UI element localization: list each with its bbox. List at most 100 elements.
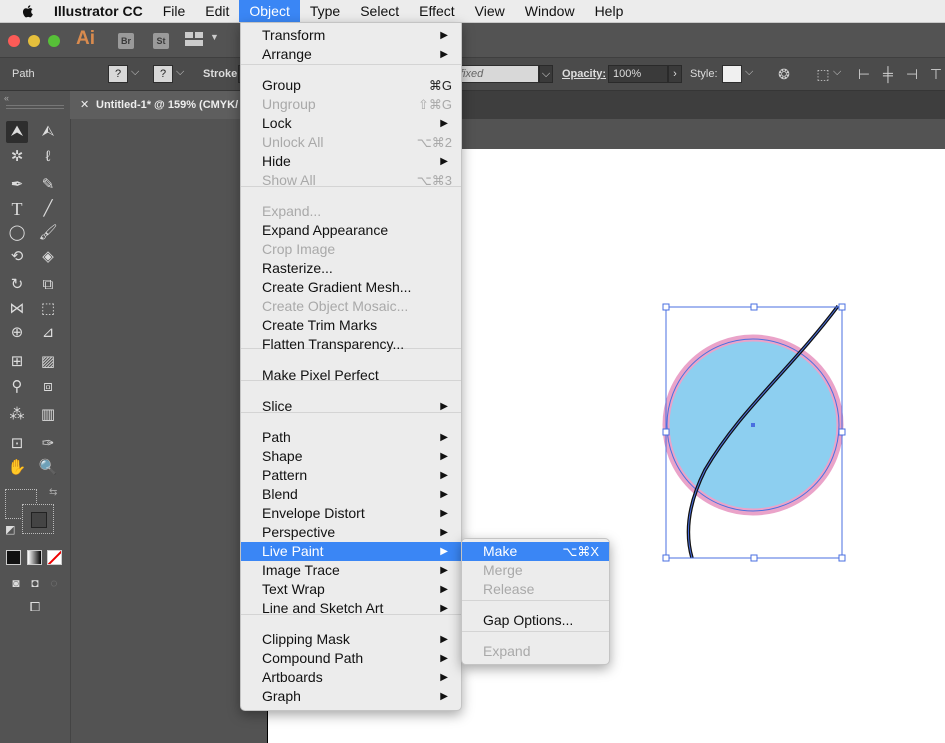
- menu-item-label: Create Trim Marks: [262, 317, 378, 333]
- menu-item-label: Ungroup: [262, 96, 316, 112]
- menu-item-unlock-all: Unlock All ⌥⌘2: [241, 133, 461, 152]
- menu-item-label: Expand...: [262, 203, 322, 219]
- menu-item-text-wrap[interactable]: Text Wrap ▶: [241, 580, 461, 599]
- submenu-arrow-icon: ▶: [440, 546, 448, 557]
- menu-item-shape[interactable]: Shape ▶: [241, 447, 461, 466]
- object-menu-dropdown: Transform ▶ Arrange ▶ Group ⌘G Ungroup ⇧⌘G Lock ▶…: [240, 22, 462, 711]
- menu-item-graph[interactable]: Graph ▶: [241, 687, 461, 706]
- menu-item-transform[interactable]: Transform ▶: [241, 26, 461, 45]
- submenu-item-gap-options[interactable]: Gap Options...: [462, 611, 609, 630]
- menu-item-label: Artboards: [262, 669, 323, 685]
- menu-item-lock[interactable]: Lock ▶: [241, 114, 461, 133]
- menu-item-group[interactable]: Group ⌘G: [241, 76, 461, 95]
- menu-item-compound-path[interactable]: Compound Path ▶: [241, 649, 461, 668]
- menu-separator: [462, 600, 609, 601]
- menu-item-label: Create Gradient Mesh...: [262, 279, 412, 295]
- submenu-item-merge: Merge: [462, 561, 609, 580]
- menu-item-perspective[interactable]: Perspective ▶: [241, 523, 461, 542]
- handle-middle-left: [662, 428, 670, 436]
- handle-top-left: [662, 303, 670, 311]
- menu-item-live-paint[interactable]: Live Paint ▶: [241, 542, 461, 561]
- menu-item-label: Path: [262, 429, 291, 445]
- submenu-arrow-icon: ▶: [440, 634, 448, 645]
- menu-item-label: Flatten Transparency...: [262, 336, 405, 352]
- submenu-item-label: Expand: [483, 643, 531, 659]
- submenu-item-label: Release: [483, 581, 535, 597]
- submenu-item-label: Make: [483, 543, 518, 559]
- submenu-arrow-icon: ▶: [440, 565, 448, 576]
- menu-item-flatten-transparency[interactable]: Flatten Transparency...: [241, 335, 461, 354]
- submenu-arrow-icon: ▶: [440, 470, 448, 481]
- menu-item-image-trace[interactable]: Image Trace ▶: [241, 561, 461, 580]
- menu-item-label: Perspective: [262, 524, 336, 540]
- menu-item-label: Text Wrap: [262, 581, 325, 597]
- submenu-arrow-icon: ▶: [440, 401, 448, 412]
- submenu-arrow-icon: ▶: [440, 672, 448, 683]
- menu-item-shortcut: ⌘G: [428, 78, 452, 93]
- menu-item-label: Lock: [262, 115, 292, 131]
- submenu-arrow-icon: ▶: [440, 508, 448, 519]
- submenu-arrow-icon: ▶: [440, 603, 448, 614]
- submenu-arrow-icon: ▶: [440, 432, 448, 443]
- submenu-arrow-icon: ▶: [440, 118, 448, 129]
- menu-item-label: Pattern: [262, 467, 308, 483]
- handle-bottom-center: [750, 554, 758, 562]
- menu-item-clipping-mask[interactable]: Clipping Mask ▶: [241, 630, 461, 649]
- submenu-arrow-icon: ▶: [440, 156, 448, 167]
- menu-item-label: Clipping Mask: [262, 631, 350, 647]
- menu-item-path[interactable]: Path ▶: [241, 428, 461, 447]
- menu-item-label: Create Object Mosaic...: [262, 298, 409, 314]
- menu-item-hide[interactable]: Hide ▶: [241, 152, 461, 171]
- menu-item-create-trim-marks[interactable]: Create Trim Marks: [241, 316, 461, 335]
- menu-item-create-object-mosaic: Create Object Mosaic...: [241, 297, 461, 316]
- submenu-item-label: Gap Options...: [483, 612, 574, 628]
- menu-item-pattern[interactable]: Pattern ▶: [241, 466, 461, 485]
- menu-item-crop-image: Crop Image: [241, 240, 461, 259]
- menu-item-label: Live Paint: [262, 543, 324, 559]
- menu-item-line-and-sketch-art[interactable]: Line and Sketch Art ▶: [241, 599, 461, 618]
- menu-item-slice[interactable]: Slice ▶: [241, 397, 461, 416]
- menu-item-label: Blend: [262, 486, 298, 502]
- menu-item-expand-appearance[interactable]: Expand Appearance: [241, 221, 461, 240]
- handle-top-right: [838, 303, 846, 311]
- menu-item-label: Transform: [262, 27, 326, 43]
- submenu-arrow-icon: ▶: [440, 489, 448, 500]
- menu-item-show-all: Show All ⌥⌘3: [241, 171, 461, 190]
- menu-item-label: Line and Sketch Art: [262, 600, 384, 616]
- menu-item-rasterize[interactable]: Rasterize...: [241, 259, 461, 278]
- menu-item-shortcut: ⇧⌘G: [417, 97, 452, 112]
- submenu-arrow-icon: ▶: [440, 527, 448, 538]
- menu-item-artboards[interactable]: Artboards ▶: [241, 668, 461, 687]
- submenu-item-shortcut: ⌥⌘X: [562, 544, 599, 559]
- menu-item-expand: Expand...: [241, 202, 461, 221]
- menu-separator: [241, 64, 461, 65]
- submenu-item-release: Release: [462, 580, 609, 599]
- live-paint-submenu: Make ⌥⌘X Merge Release Gap Options... Expand: [461, 538, 610, 665]
- submenu-item-make[interactable]: Make ⌥⌘X: [462, 542, 609, 561]
- menu-item-make-pixel-perfect[interactable]: Make Pixel Perfect: [241, 366, 461, 385]
- menu-item-envelope-distort[interactable]: Envelope Distort ▶: [241, 504, 461, 523]
- menu-item-label: Group: [262, 77, 301, 93]
- menu-item-label: Graph: [262, 688, 301, 704]
- center-point: [751, 423, 755, 427]
- submenu-item-label: Merge: [483, 562, 523, 578]
- menu-item-label: Unlock All: [262, 134, 324, 150]
- menu-item-create-gradient-mesh[interactable]: Create Gradient Mesh...: [241, 278, 461, 297]
- submenu-arrow-icon: ▶: [440, 30, 448, 41]
- menu-item-label: Image Trace: [262, 562, 340, 578]
- menu-separator: [462, 631, 609, 632]
- menu-item-ungroup: Ungroup ⇧⌘G: [241, 95, 461, 114]
- menu-item-label: Make Pixel Perfect: [262, 367, 379, 383]
- handle-top-center: [750, 303, 758, 311]
- menu-item-label: Hide: [262, 153, 291, 169]
- menu-item-label: Rasterize...: [262, 260, 333, 276]
- menu-item-label: Arrange: [262, 46, 312, 62]
- submenu-arrow-icon: ▶: [440, 451, 448, 462]
- menu-item-label: Crop Image: [262, 241, 336, 257]
- menu-item-arrange[interactable]: Arrange ▶: [241, 45, 461, 64]
- menu-item-shortcut: ⌥⌘2: [416, 135, 452, 150]
- menu-item-label: Envelope Distort: [262, 505, 365, 521]
- live-paint-artwork[interactable]: [662, 304, 844, 559]
- submenu-arrow-icon: ▶: [440, 691, 448, 702]
- menu-item-blend[interactable]: Blend ▶: [241, 485, 461, 504]
